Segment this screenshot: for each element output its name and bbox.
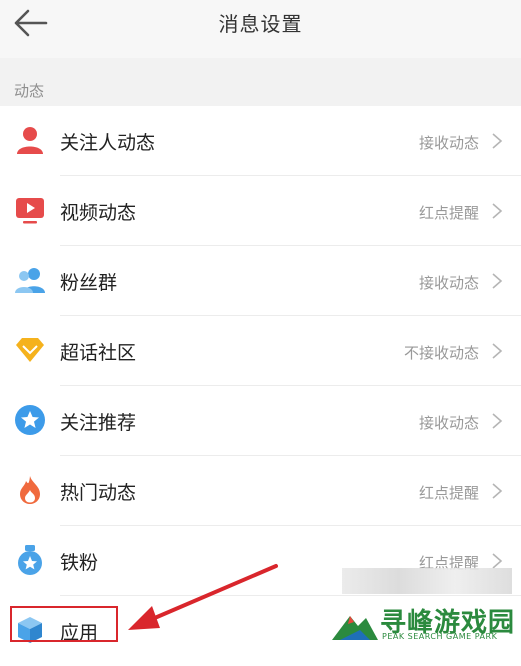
mountain-logo-icon [332,616,378,640]
site-logo: 寻峰游戏园 PEAK SEARCH GAME PARK [330,600,520,646]
logo-subtitle: PEAK SEARCH GAME PARK [382,632,498,641]
blurred-watermark [342,568,512,594]
annotation-arrow [128,564,278,630]
